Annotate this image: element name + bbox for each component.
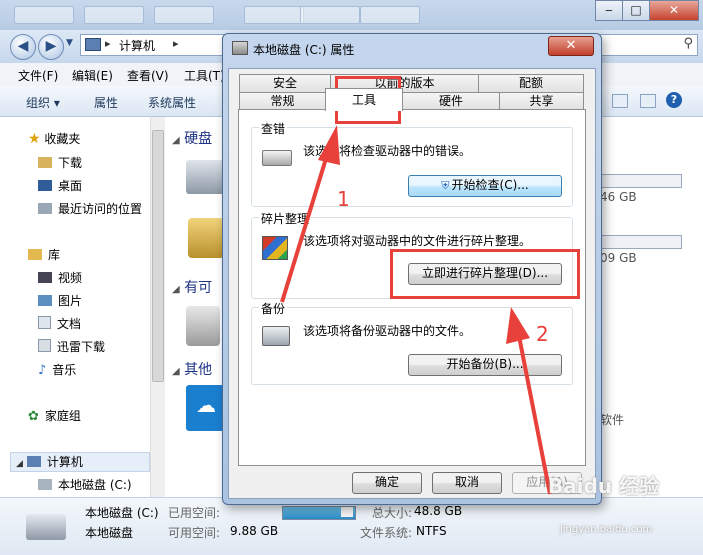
tab-tools[interactable]: 工具 bbox=[325, 88, 403, 111]
step-1-label: 1 bbox=[337, 187, 350, 211]
step-2-label: 2 bbox=[536, 322, 549, 346]
watermark-url: jingyan.baidu.com bbox=[560, 524, 653, 535]
arrow-1 bbox=[280, 125, 340, 303]
watermark-logo: Baidu 经验 bbox=[548, 474, 660, 498]
